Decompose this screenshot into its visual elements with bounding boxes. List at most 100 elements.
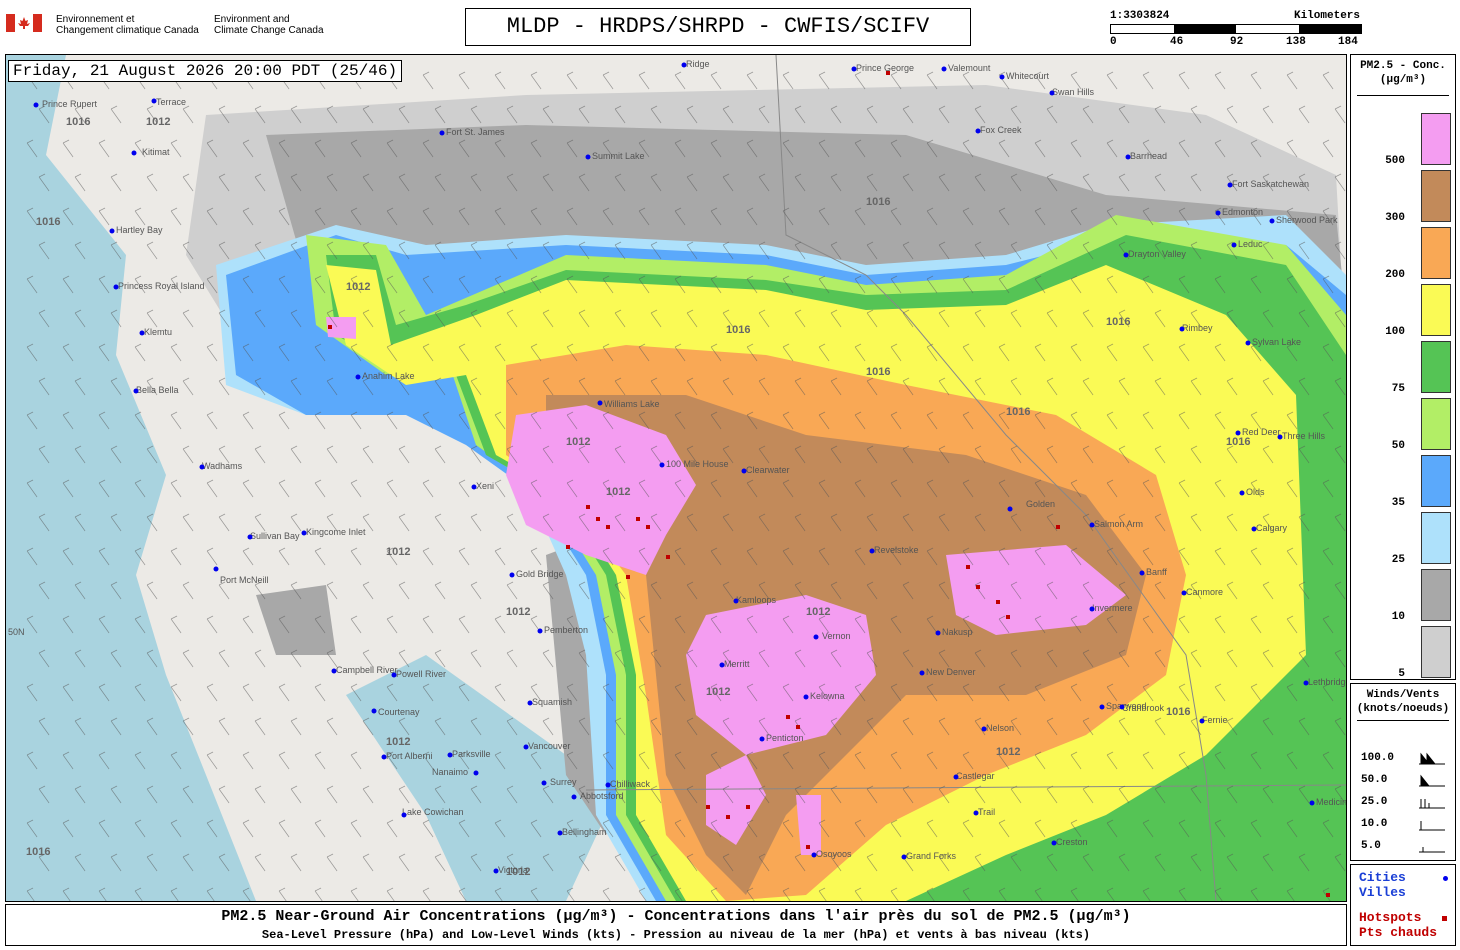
wind-barb <box>350 887 359 901</box>
wind-barb <box>278 683 290 702</box>
city-label: Chilliwack <box>610 779 651 789</box>
isobar-label: 1016 <box>36 216 60 228</box>
city-label: Trail <box>978 807 995 817</box>
wind-barb <box>854 71 866 90</box>
org-fr-line1: Environnement et <box>56 14 135 25</box>
smoke-forecast-map[interactable]: 1016 1012 1016 1012 1012 1016 1012 1012 … <box>5 54 1347 902</box>
legend-divider <box>1357 95 1449 96</box>
city-label: Fernie <box>1202 715 1228 725</box>
city-label: Vancouver <box>528 741 570 751</box>
city-dot <box>1123 252 1129 258</box>
hotspot-marker <box>606 525 610 529</box>
wind-barb <box>182 105 194 124</box>
city-label: Bellingham <box>562 827 607 837</box>
wind-barb <box>290 853 302 872</box>
city-dot <box>301 530 307 536</box>
city-label: Parksville <box>452 749 491 759</box>
isobar-label: 1012 <box>386 736 410 748</box>
wind-barb <box>254 445 266 464</box>
city-dot <box>733 598 739 604</box>
wind-barb <box>206 411 218 430</box>
city-dot <box>1277 434 1283 440</box>
org-name-english: Environment and Climate Change Canada <box>214 14 324 36</box>
map-canvas: 1016 1012 1016 1012 1012 1016 1012 1012 … <box>6 55 1346 901</box>
city-dot <box>439 130 445 136</box>
city-label: Pemberton <box>544 625 588 635</box>
org-en-line2: Climate Change Canada <box>214 25 324 36</box>
isobar-label: 1016 <box>1006 406 1030 418</box>
wind-barb <box>182 581 194 600</box>
hotspot-marker <box>666 555 670 559</box>
city-label: Powell River <box>396 669 446 679</box>
city-label: Penticton <box>766 733 804 743</box>
wind-barb <box>494 683 506 702</box>
city-dot <box>371 708 377 714</box>
city-dot <box>557 830 563 836</box>
wind-barb <box>386 615 398 634</box>
wind-barb <box>422 887 431 901</box>
city-label: Sylvan Lake <box>1252 337 1301 347</box>
legend-swatch <box>1421 512 1451 564</box>
wind-barb <box>314 683 326 702</box>
wind-barb <box>170 343 182 362</box>
hotspot-marker <box>1326 893 1330 897</box>
wind-barb <box>710 71 722 90</box>
city-dot <box>999 74 1005 80</box>
city-dot <box>759 736 765 742</box>
hotspot-marker <box>746 805 750 809</box>
city-dot <box>1049 90 1055 96</box>
pm25-legend: PM2.5 - Conc. (µg/m³) 500 300 200 100 75 50 35… <box>1350 54 1456 680</box>
city-dot <box>981 726 987 732</box>
wind-barb <box>506 513 518 532</box>
city-dot <box>659 462 665 468</box>
wind-barb <box>182 377 194 396</box>
hotspot-marker <box>596 517 600 521</box>
wind-barb <box>398 853 410 872</box>
wind-barb <box>290 785 302 804</box>
city-dot <box>973 810 979 816</box>
wind-barb <box>170 615 182 634</box>
city-dot <box>571 794 577 800</box>
isobar-label: 1012 <box>146 116 170 128</box>
city-dot <box>811 852 817 858</box>
wind-barb <box>362 581 374 600</box>
wind-barb <box>314 887 323 901</box>
wind-barb <box>170 139 182 158</box>
city-dot <box>213 566 219 572</box>
hotspot-marker <box>626 575 630 579</box>
wind-legend-title-line2: (knots/noeuds) <box>1356 703 1450 715</box>
wind-barb-icon <box>1419 821 1445 831</box>
hotspot-marker <box>328 325 332 329</box>
city-dot <box>1181 590 1187 596</box>
city-label: Kamloops <box>736 595 777 605</box>
city-label: Calgary <box>1256 523 1288 533</box>
wind-barb <box>530 71 542 90</box>
wind-barb <box>434 513 446 532</box>
wind-barb <box>362 785 374 804</box>
wind-barb <box>530 547 542 566</box>
wind-barb <box>326 581 338 600</box>
city-label: Surrey <box>550 777 577 787</box>
wind-barb <box>206 479 218 498</box>
wind-barb <box>62 139 74 158</box>
wind-barb <box>314 479 326 498</box>
wind-legend-title-line1: Winds/Vents <box>1366 689 1440 701</box>
city-dot <box>1309 800 1315 806</box>
cities-legend-en: Cities <box>1359 870 1406 885</box>
scale-tick: 138 <box>1286 36 1306 48</box>
wind-barb <box>386 887 395 901</box>
city-dot <box>199 464 205 470</box>
city-label: Red Deer <box>1242 427 1281 437</box>
wind-barb <box>254 785 266 804</box>
latitude-label: 50N <box>8 627 25 637</box>
city-label: Edmonton <box>1222 207 1263 217</box>
city-dot <box>133 388 139 394</box>
isobar-label: 1016 <box>66 116 90 128</box>
city-label: Medicine Hat <box>1316 797 1346 807</box>
city-dot <box>1007 506 1013 512</box>
city-label: Banff <box>1146 567 1167 577</box>
city-dot <box>447 752 453 758</box>
wind-barb-icon <box>1419 799 1445 809</box>
wind-barb <box>458 615 470 634</box>
city-dot <box>509 572 515 578</box>
